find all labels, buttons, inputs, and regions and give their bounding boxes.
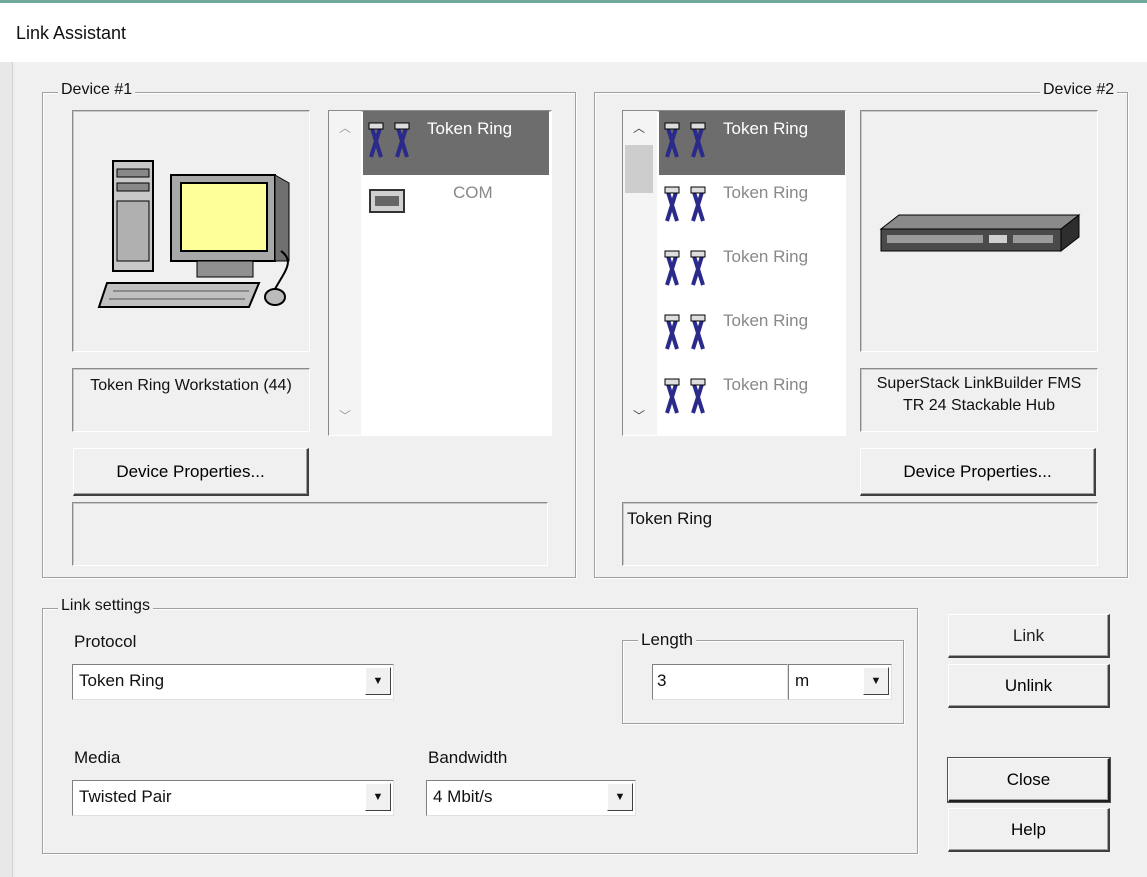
token-ring-icon	[664, 122, 706, 158]
device1-legend: Device #1	[58, 81, 136, 99]
link-button[interactable]: Link	[948, 614, 1110, 658]
device2-port-label-4: Token Ring	[723, 311, 809, 330]
device1-port-item-token-ring[interactable]: Token Ring	[363, 111, 549, 175]
device2-port-label-1: Token Ring	[723, 119, 809, 138]
device2-port-label-2: Token Ring	[723, 183, 809, 202]
device2-port-list[interactable]: ︿ ﹀ Token Ring Token Ring Token Ring Tok…	[622, 110, 846, 436]
window-left-edge	[0, 62, 13, 877]
media-label: Media	[74, 748, 121, 767]
device2-name: SuperStack LinkBuilder FMS TR 24 Stackab…	[876, 375, 1082, 414]
link-settings-legend: Link settings	[58, 597, 153, 615]
length-unit-value: m	[795, 671, 810, 690]
device2-port-items: Token Ring Token Ring Token Ring Token R…	[659, 111, 845, 435]
length-input[interactable]: 3	[652, 664, 788, 700]
title-bar: Link Assistant	[0, 0, 1147, 62]
protocol-label: Protocol	[74, 632, 137, 651]
device1-port-scrollbar[interactable]: ︿ ﹀	[329, 111, 361, 435]
device2-port-label-5: Token Ring	[723, 375, 809, 394]
hub-icon	[879, 213, 1081, 253]
device2-port-item[interactable]: Token Ring	[659, 111, 845, 175]
device1-port-list[interactable]: ︿ ﹀ Token Ring COM	[328, 110, 552, 436]
media-select[interactable]: Twisted Pair ▼	[72, 780, 394, 816]
device2-port-item[interactable]: Token Ring	[659, 239, 845, 303]
length-value: 3	[657, 671, 667, 690]
workstation-icon	[97, 160, 290, 308]
bandwidth-select[interactable]: 4 Mbit/s ▼	[426, 780, 636, 816]
device2-port-item[interactable]: Token Ring	[659, 175, 845, 239]
com-port-icon	[369, 189, 405, 213]
scroll-down-arrow[interactable]: ﹀	[633, 407, 645, 424]
chevron-down-icon[interactable]: ▼	[863, 667, 889, 695]
scroll-up-arrow[interactable]: ︿	[339, 119, 351, 136]
token-ring-icon	[664, 186, 706, 222]
scrollbar-thumb[interactable]	[625, 145, 653, 193]
scroll-up-arrow[interactable]: ︿	[633, 119, 645, 136]
chevron-down-icon[interactable]: ▼	[607, 783, 633, 811]
length-legend: Length	[638, 630, 696, 650]
device2-status: Token Ring	[627, 509, 713, 528]
help-button[interactable]: Help	[948, 808, 1110, 852]
device2-legend: Device #2	[1040, 81, 1118, 99]
device2-status-box: Token Ring	[622, 502, 1098, 566]
protocol-value: Token Ring	[79, 671, 165, 690]
token-ring-icon	[368, 122, 410, 158]
bandwidth-value: 4 Mbit/s	[433, 787, 493, 806]
unlink-button[interactable]: Unlink	[948, 664, 1110, 708]
device2-properties-button[interactable]: Device Properties...	[860, 448, 1096, 496]
token-ring-icon	[664, 250, 706, 286]
chevron-down-icon[interactable]: ▼	[365, 667, 391, 695]
device1-name: Token Ring Workstation (44)	[90, 377, 292, 394]
window-title: Link Assistant	[16, 23, 127, 43]
device1-name-box: Token Ring Workstation (44)	[72, 368, 310, 432]
device1-properties-button[interactable]: Device Properties...	[73, 448, 309, 496]
device1-port-label-2: COM	[453, 183, 493, 202]
device1-port-label-1: Token Ring	[427, 119, 513, 138]
length-unit-select[interactable]: m ▼	[788, 664, 892, 700]
token-ring-icon	[664, 314, 706, 350]
device1-port-item-com[interactable]: COM	[363, 175, 549, 239]
close-button[interactable]: Close	[947, 757, 1111, 803]
device2-name-box: SuperStack LinkBuilder FMS TR 24 Stackab…	[860, 368, 1098, 432]
device2-port-label-3: Token Ring	[723, 247, 809, 266]
chevron-down-icon[interactable]: ▼	[365, 783, 391, 811]
device1-image-well	[72, 110, 310, 352]
protocol-select[interactable]: Token Ring ▼	[72, 664, 394, 700]
device2-port-item[interactable]: Token Ring	[659, 367, 845, 431]
token-ring-icon	[664, 378, 706, 414]
device2-port-item[interactable]: Token Ring	[659, 303, 845, 367]
device2-port-scrollbar[interactable]: ︿ ﹀	[623, 111, 657, 435]
media-value: Twisted Pair	[79, 787, 172, 806]
device1-status-box	[72, 502, 548, 566]
device2-image-well	[860, 110, 1098, 352]
scroll-down-arrow[interactable]: ﹀	[339, 407, 351, 424]
bandwidth-label: Bandwidth	[428, 748, 508, 767]
